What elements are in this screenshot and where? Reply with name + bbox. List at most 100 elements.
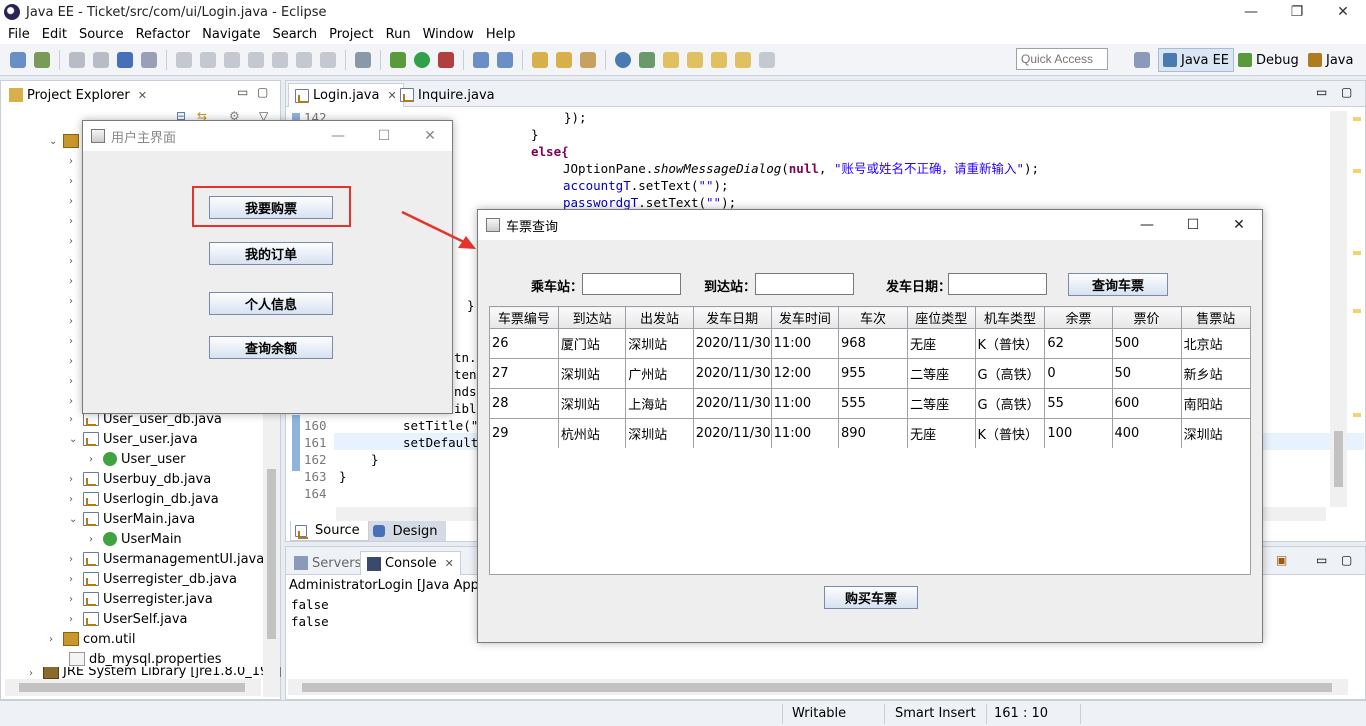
tree-collapsed-node[interactable]: › <box>69 351 83 371</box>
menu-run[interactable]: Run <box>380 27 417 42</box>
perspective-debug[interactable]: Debug <box>1234 48 1303 72</box>
resume-icon[interactable] <box>176 51 192 68</box>
console-hscroll[interactable] <box>288 679 1348 695</box>
maximize-button[interactable]: ☐ <box>1170 210 1216 240</box>
open-task-icon[interactable] <box>556 51 572 68</box>
minimize-icon[interactable]: ▭ <box>1316 85 1327 99</box>
tree-collapsed-node[interactable]: › <box>69 331 83 351</box>
perspective-java[interactable]: Java <box>1304 48 1357 72</box>
column-header[interactable]: 票价 <box>1111 306 1182 329</box>
disconnect-icon[interactable] <box>248 51 264 68</box>
chevron-right-icon[interactable]: › <box>69 256 83 267</box>
scroll-thumb[interactable] <box>1334 431 1343 487</box>
scroll-thumb[interactable] <box>19 683 245 692</box>
tree-item-file[interactable]: ⌄ User_user.java <box>69 429 198 449</box>
previous-annotation-icon[interactable] <box>687 51 703 68</box>
debug-icon[interactable] <box>390 51 406 68</box>
my-orders-button[interactable]: 我的订单 <box>209 242 333 265</box>
tab-source[interactable]: Source <box>290 521 369 541</box>
tree-item-file[interactable]: › Userbuy_db.java <box>69 469 211 489</box>
chevron-right-icon[interactable]: › <box>49 634 63 645</box>
column-header[interactable]: 售票站 <box>1180 306 1252 329</box>
last-edit-icon[interactable] <box>711 51 727 68</box>
forward-icon[interactable] <box>759 51 775 68</box>
chevron-down-icon[interactable]: ⌄ <box>69 514 83 525</box>
table-row[interactable]: 27 深圳站 广州站 2020/11/30 12:00 955 二等座 G（高铁… <box>489 358 1252 389</box>
tree-collapsed-node[interactable]: › <box>69 191 83 211</box>
close-button[interactable]: ✕ <box>1320 0 1366 24</box>
scroll-thumb[interactable] <box>267 469 276 639</box>
tree-item-properties[interactable]: db_mysql.properties <box>69 649 221 669</box>
back-icon[interactable] <box>735 51 751 68</box>
chevron-right-icon[interactable]: › <box>89 454 103 465</box>
chevron-right-icon[interactable]: › <box>69 494 83 505</box>
menu-edit[interactable]: Edit <box>36 27 73 42</box>
new-icon[interactable] <box>10 51 26 68</box>
table-empty-area[interactable] <box>489 448 1251 575</box>
departure-date-input[interactable] <box>948 273 1047 295</box>
chevron-right-icon[interactable]: › <box>69 156 83 167</box>
check-balance-button[interactable]: 查询余额 <box>209 336 333 359</box>
column-header[interactable]: 发车时间 <box>770 306 840 329</box>
chevron-down-icon[interactable]: ⌄ <box>69 434 83 445</box>
save-all-icon[interactable] <box>93 51 109 68</box>
chevron-down-icon[interactable]: ⌄ <box>49 136 63 147</box>
ruler-marker[interactable] <box>1353 169 1361 173</box>
editor-vscroll[interactable] <box>1330 111 1347 507</box>
menu-navigate[interactable]: Navigate <box>196 27 266 42</box>
chevron-right-icon[interactable]: › <box>69 216 83 227</box>
column-header[interactable]: 机车类型 <box>974 306 1046 329</box>
tab-login-java[interactable]: Login.java ✕ <box>288 83 404 107</box>
tab-servers[interactable]: Servers <box>288 551 367 575</box>
maximize-icon[interactable]: ▢ <box>257 85 268 99</box>
tree-collapsed-node[interactable]: › <box>69 231 83 251</box>
minimize-button[interactable]: — <box>1124 210 1170 240</box>
close-icon[interactable]: ✕ <box>445 557 454 570</box>
minimize-icon[interactable]: ▭ <box>1316 553 1327 567</box>
close-button[interactable]: ✕ <box>407 121 453 151</box>
column-header[interactable]: 出发站 <box>625 306 694 329</box>
to-station-input[interactable] <box>755 273 854 295</box>
chevron-right-icon[interactable]: › <box>69 336 83 347</box>
tree-item-class[interactable]: › User_user <box>89 449 186 469</box>
tab-design[interactable]: Design <box>368 521 446 541</box>
column-header[interactable]: 余票 <box>1044 306 1113 329</box>
chevron-right-icon[interactable]: › <box>29 668 43 679</box>
tree-collapsed-node[interactable]: › <box>69 391 83 411</box>
chevron-right-icon[interactable]: › <box>69 316 83 327</box>
buy-tickets-button[interactable]: 购买车票 <box>824 586 918 609</box>
chevron-right-icon[interactable]: › <box>69 296 83 307</box>
chevron-right-icon[interactable]: › <box>69 236 83 247</box>
toggle-mark-icon[interactable] <box>639 51 655 68</box>
tree-item-file[interactable]: › UsermanagementUI.java <box>69 549 264 569</box>
tree-collapsed-node[interactable]: › <box>69 371 83 391</box>
menu-file[interactable]: File <box>2 27 36 42</box>
chevron-right-icon[interactable]: › <box>69 574 83 585</box>
tree-collapsed-node[interactable]: › <box>69 151 83 171</box>
display-console-icon[interactable]: ▣ <box>1276 553 1287 567</box>
quick-access-input[interactable] <box>1016 48 1108 70</box>
tree-item-file[interactable]: › UserSelf.java <box>69 609 188 629</box>
project-explorer-hscroll[interactable] <box>5 679 261 696</box>
minimize-button[interactable]: — <box>1228 0 1274 24</box>
tree-collapsed-node[interactable]: › <box>69 291 83 311</box>
menu-search[interactable]: Search <box>266 27 323 42</box>
terminate-icon[interactable] <box>224 51 240 68</box>
chevron-right-icon[interactable]: › <box>69 356 83 367</box>
menu-project[interactable]: Project <box>323 27 379 42</box>
drop-to-frame-icon[interactable] <box>355 51 371 68</box>
menu-refactor[interactable]: Refactor <box>130 27 197 42</box>
chevron-right-icon[interactable]: › <box>69 196 83 207</box>
tree-item-package[interactable]: › com.util <box>49 629 135 649</box>
column-header[interactable]: 车次 <box>838 306 909 329</box>
tree-collapsed-node[interactable]: › <box>69 211 83 231</box>
project-explorer-tab[interactable]: Project Explorer ✕ <box>3 84 153 106</box>
step-over-icon[interactable] <box>296 51 312 68</box>
ruler-marker[interactable] <box>1353 251 1361 255</box>
tree-item-file[interactable]: › Userregister.java <box>69 589 213 609</box>
chevron-right-icon[interactable]: › <box>69 396 83 407</box>
chevron-right-icon[interactable]: › <box>69 176 83 187</box>
save-icon[interactable] <box>69 51 85 68</box>
chevron-right-icon[interactable]: › <box>69 376 83 387</box>
tree-collapsed-node[interactable]: › <box>69 311 83 331</box>
